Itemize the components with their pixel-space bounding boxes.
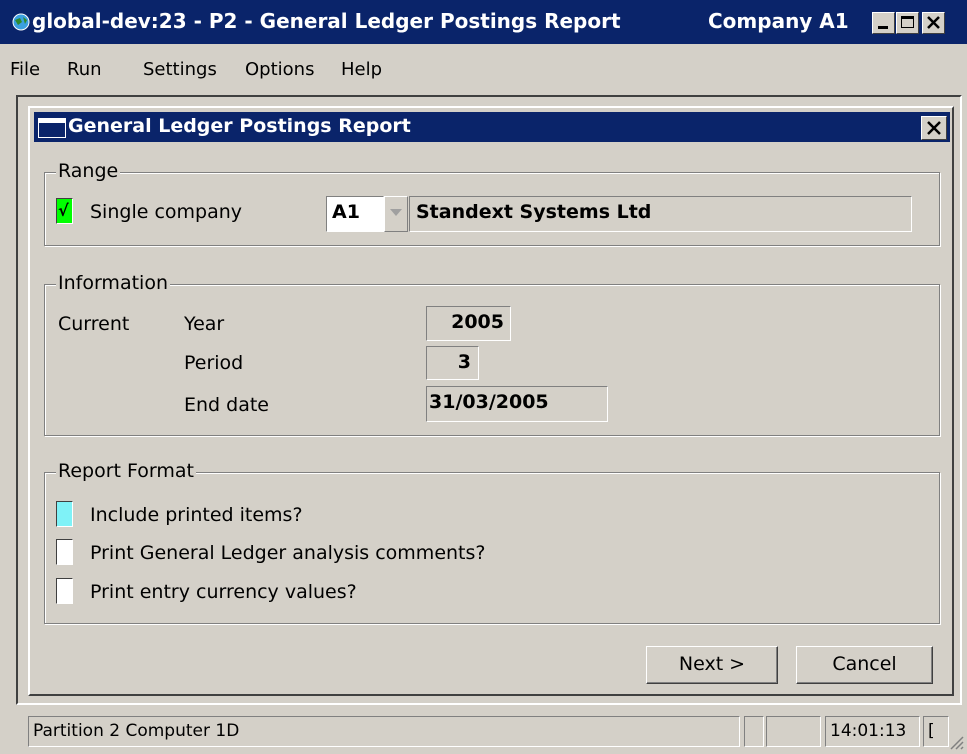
- end-date-label: End date: [184, 394, 269, 416]
- close-icon: [927, 16, 940, 29]
- print-analysis-label: Print General Ledger analysis comments?: [90, 542, 486, 564]
- menu-file[interactable]: File: [10, 59, 40, 80]
- maximize-button[interactable]: [896, 12, 919, 34]
- menu-settings[interactable]: Settings: [143, 59, 217, 80]
- status-extra: [: [923, 716, 949, 747]
- window-company: Company A1: [708, 9, 849, 33]
- include-printed-checkbox[interactable]: [56, 501, 73, 527]
- window-title: global-dev:23 - P2 - General Ledger Post…: [32, 9, 621, 33]
- print-analysis-checkbox[interactable]: [56, 539, 73, 565]
- include-printed-label: Include printed items?: [90, 504, 303, 526]
- company-name-field: Standext Systems Ltd: [409, 196, 912, 232]
- status-panel-empty: [766, 716, 821, 747]
- print-currency-label: Print entry currency values?: [90, 581, 357, 603]
- menu-run[interactable]: Run: [67, 59, 102, 80]
- status-time: 14:01:13: [825, 716, 920, 747]
- minimize-button[interactable]: [872, 12, 895, 34]
- status-bar: Partition 2 Computer 1D 14:01:13 [: [0, 712, 967, 754]
- maximize-icon: [901, 16, 914, 28]
- close-icon: [927, 121, 941, 135]
- dialog-title: General Ledger Postings Report: [68, 115, 411, 137]
- period-label: Period: [184, 352, 244, 374]
- minimize-icon: [878, 26, 888, 29]
- report-format-group-label: Report Format: [56, 460, 196, 482]
- next-button[interactable]: Next >: [646, 646, 778, 684]
- status-partition: Partition 2 Computer 1D: [28, 716, 740, 747]
- year-value: 2005: [426, 306, 511, 341]
- single-company-label: Single company: [90, 201, 243, 223]
- app-globe-icon: [12, 13, 30, 31]
- current-label: Current: [58, 313, 130, 335]
- cancel-button[interactable]: Cancel: [796, 646, 933, 684]
- menu-options[interactable]: Options: [245, 59, 314, 80]
- range-group-label: Range: [56, 160, 121, 182]
- check-mark-icon: √: [58, 201, 69, 220]
- information-group-label: Information: [56, 272, 170, 294]
- end-date-value: 31/03/2005: [426, 386, 608, 422]
- dialog-close-button[interactable]: [921, 116, 947, 140]
- menu-bar: File Run Settings Options Help: [0, 50, 967, 88]
- close-button[interactable]: [922, 12, 945, 34]
- print-currency-checkbox[interactable]: [56, 578, 73, 604]
- company-code-field[interactable]: A1: [326, 196, 384, 232]
- dialog-window-icon: [38, 118, 66, 138]
- period-value: 3: [426, 346, 479, 380]
- chevron-down-icon: [390, 209, 402, 216]
- single-company-checkbox[interactable]: √: [56, 198, 73, 224]
- status-panel-small: [744, 716, 764, 747]
- menu-help[interactable]: Help: [341, 59, 382, 80]
- dialog-title-bar[interactable]: General Ledger Postings Report: [34, 112, 950, 142]
- window-title-bar[interactable]: global-dev:23 - P2 - General Ledger Post…: [0, 0, 967, 45]
- resize-grip-icon[interactable]: [948, 734, 964, 750]
- company-dropdown-button[interactable]: [384, 196, 408, 232]
- year-label: Year: [184, 313, 225, 335]
